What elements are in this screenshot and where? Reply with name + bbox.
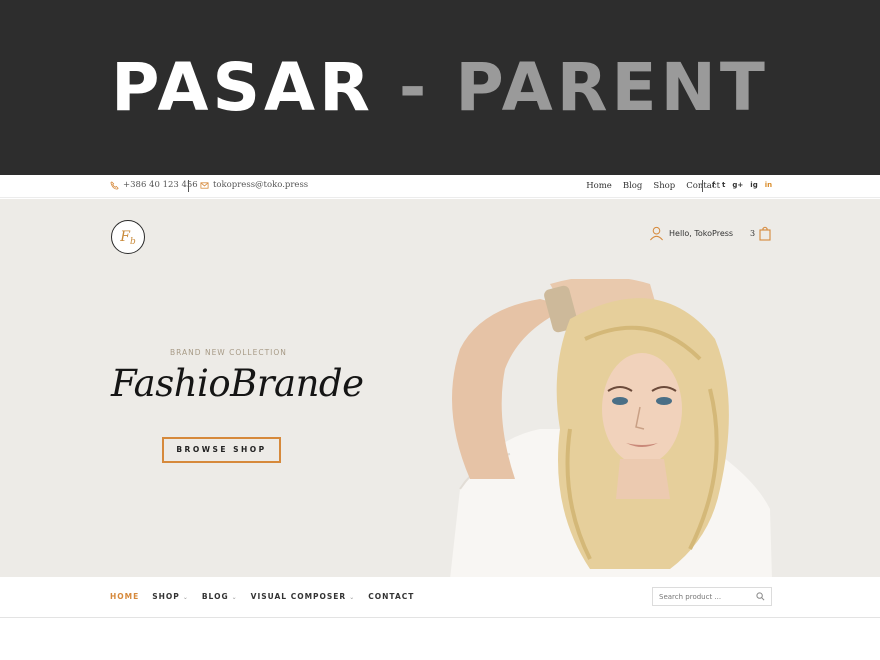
top-bar: +386 40 123 456 tokopress@toko.press Hom… — [0, 175, 880, 198]
main-nav-home-label: HOME — [110, 592, 140, 601]
main-nav-contact-label: CONTACT — [368, 592, 415, 601]
google-plus-icon[interactable]: g+ — [732, 181, 743, 189]
main-nav-visual-composer[interactable]: VISUAL COMPOSER ⌄ — [251, 592, 356, 601]
site-logo[interactable]: Fb — [111, 220, 145, 254]
cart-button[interactable]: 3 — [750, 226, 771, 241]
divider — [188, 180, 189, 192]
chevron-down-icon: ⌄ — [231, 594, 238, 601]
main-nav-contact[interactable]: CONTACT — [368, 592, 414, 601]
email-contact[interactable]: tokopress@toko.press — [200, 180, 308, 190]
email-address: tokopress@toko.press — [213, 180, 309, 190]
hero-tagline: BRAND NEW COLLECTION — [170, 348, 287, 357]
chevron-down-icon: ⌄ — [182, 594, 189, 601]
banner-title-separator: - — [398, 49, 431, 126]
top-nav-shop[interactable]: Shop — [653, 181, 675, 191]
main-nav-blog-label: BLOG — [201, 592, 229, 601]
account-link[interactable]: Hello, TokoPress — [649, 226, 733, 241]
logo-letter: F — [120, 229, 130, 245]
top-nav-blog[interactable]: Blog — [623, 181, 643, 191]
logo-sub-letter: b — [129, 237, 136, 247]
search-icon[interactable] — [756, 592, 765, 601]
mail-icon — [200, 181, 209, 189]
title-banner: PASAR - PARENT — [0, 0, 880, 175]
hero-brand-title: FashioBrande — [111, 362, 364, 405]
top-nav-home[interactable]: Home — [586, 181, 612, 191]
linkedin-icon[interactable]: in — [765, 181, 772, 189]
main-nav-blog[interactable]: BLOG ⌄ — [202, 592, 238, 601]
hero-section: Fb Hello, TokoPress 3 BRAND NEW COLLECTI… — [0, 199, 880, 577]
banner-title-part1: PASAR — [111, 49, 374, 126]
phone-number: +386 40 123 456 — [123, 180, 198, 190]
user-icon — [650, 226, 663, 241]
main-nav-home[interactable]: HOME — [110, 592, 139, 601]
search-input[interactable]: Search product ... — [652, 587, 772, 606]
facebook-icon[interactable]: f — [712, 181, 715, 189]
main-nav-visual-composer-label: VISUAL COMPOSER — [250, 592, 347, 601]
hero-model-image — [450, 279, 772, 577]
phone-contact[interactable]: +386 40 123 456 — [110, 180, 198, 190]
top-nav: Home Blog Shop Contact — [575, 181, 720, 191]
twitter-icon[interactable]: t — [722, 181, 725, 189]
main-nav-items: HOME SHOP ⌄ BLOG ⌄ VISUAL COMPOSER ⌄ CONTAC… — [110, 592, 427, 601]
account-greeting: Hello, TokoPress — [669, 229, 734, 238]
phone-icon — [110, 180, 119, 190]
divider — [702, 180, 703, 192]
main-nav-shop[interactable]: SHOP ⌄ — [152, 592, 189, 601]
banner-title-part2: PARENT — [455, 49, 769, 126]
shopping-bag-icon — [759, 226, 771, 241]
page-footer-space — [0, 619, 880, 660]
instagram-icon[interactable]: ig — [750, 181, 757, 189]
social-links: f t g+ ig in — [712, 181, 772, 189]
banner-title: PASAR - PARENT — [0, 50, 880, 126]
cart-count: 3 — [750, 229, 756, 238]
main-nav-shop-label: SHOP — [152, 592, 180, 601]
browse-shop-button[interactable]: BROWSE SHOP — [162, 437, 281, 463]
chevron-down-icon: ⌄ — [349, 594, 356, 601]
search-placeholder: Search product ... — [659, 593, 722, 601]
